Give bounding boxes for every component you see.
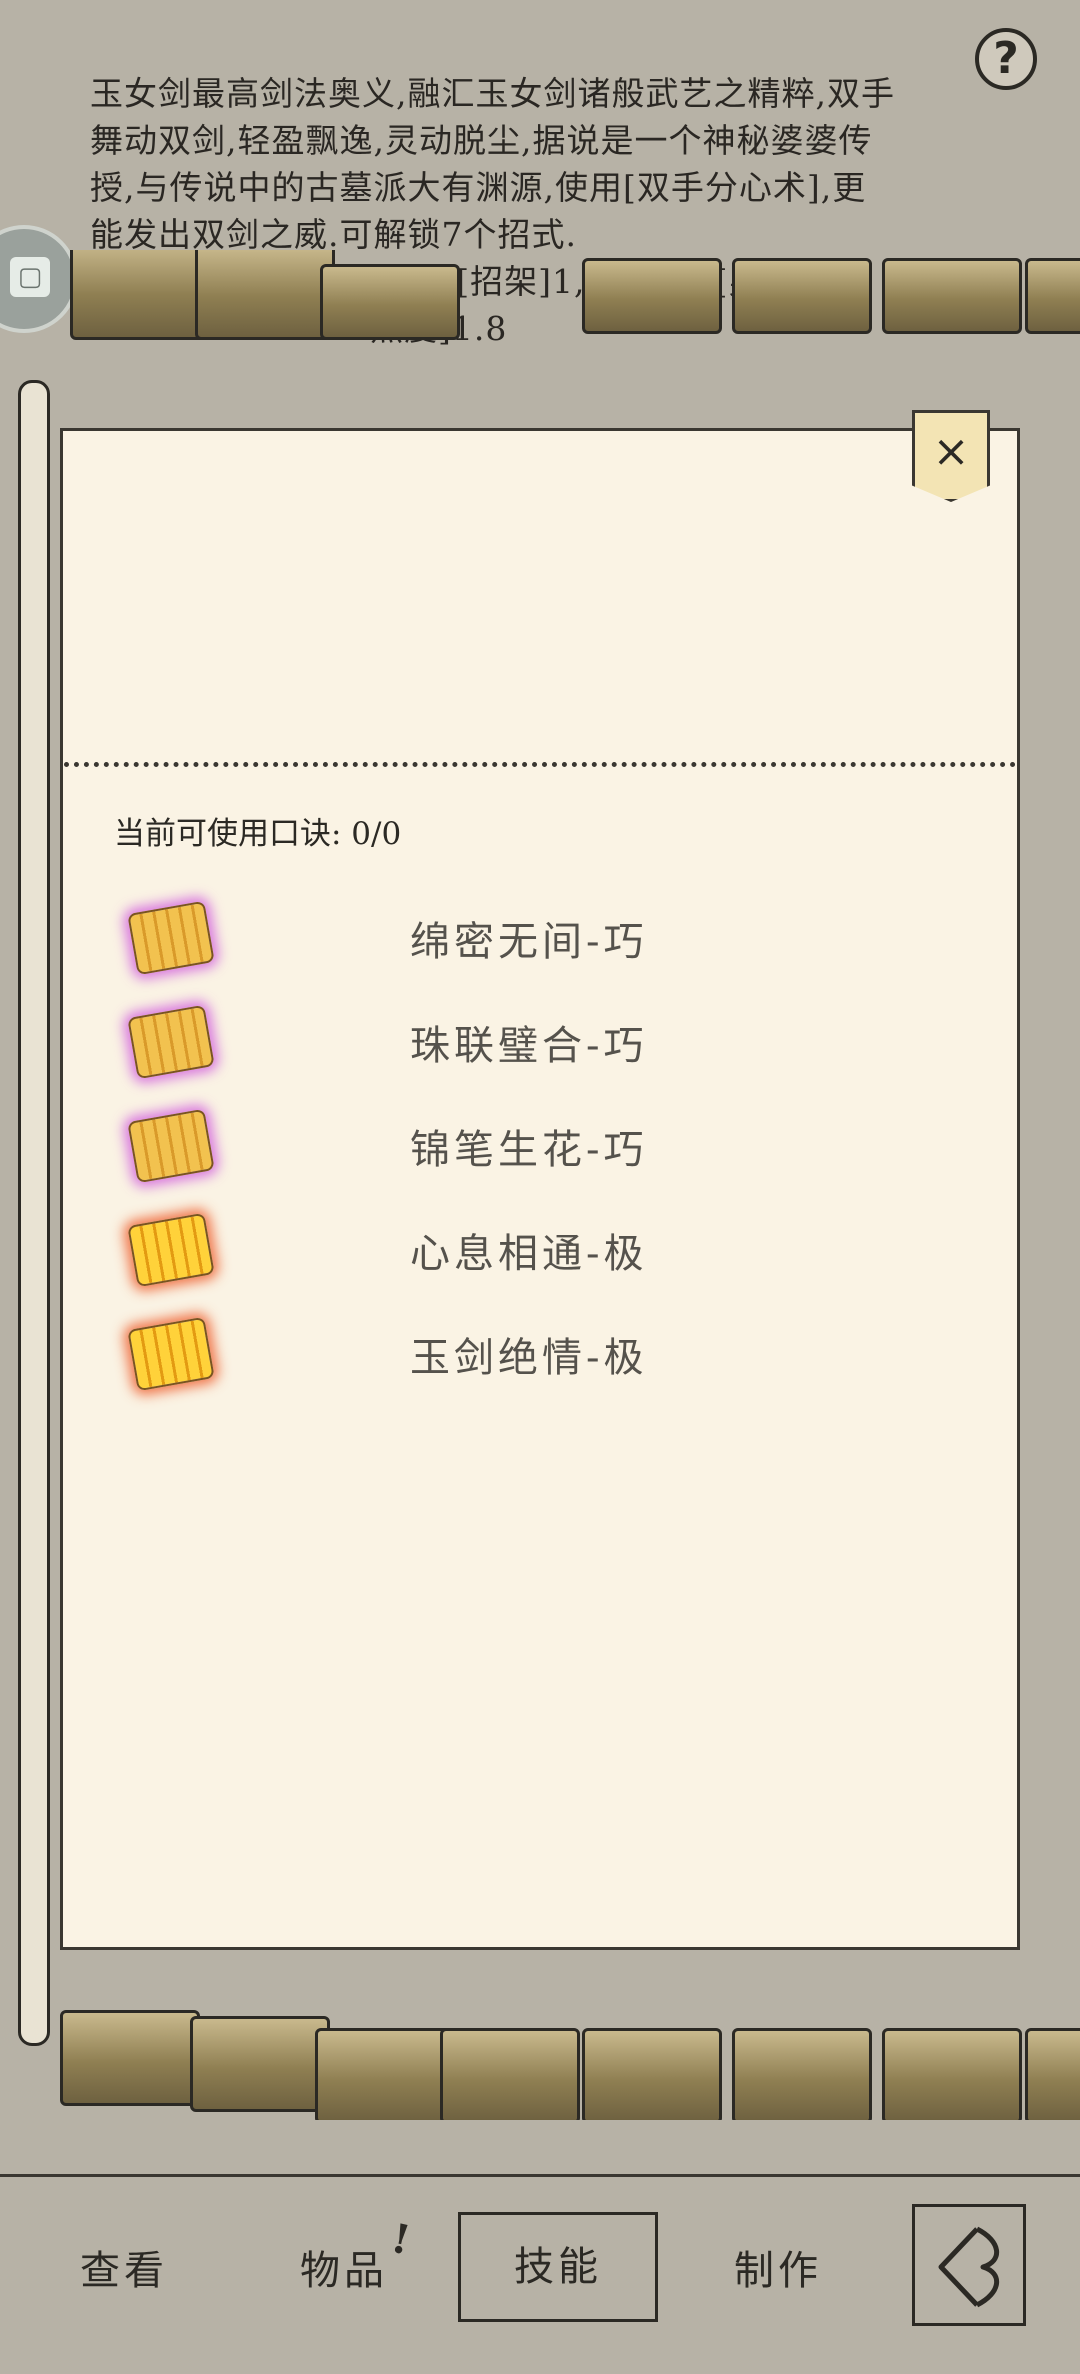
mantra-item[interactable]: 珠联璧合-巧 xyxy=(120,999,940,1103)
help-button[interactable]: ? xyxy=(975,28,1037,90)
scroll-icon xyxy=(127,900,215,976)
mantra-name: 锦笔生花-巧 xyxy=(410,1127,648,1173)
scroll-icon xyxy=(127,1108,215,1184)
scroll-bottom-rod xyxy=(0,2010,1080,2120)
back-arrow-icon xyxy=(938,2226,1000,2308)
dotted-divider xyxy=(64,762,1016,767)
close-icon: × xyxy=(932,426,970,477)
current-mantra-count: 当前可使用口诀: 0/0 xyxy=(114,816,402,852)
scroll-left-edge xyxy=(18,380,50,2046)
scroll-top-rod xyxy=(0,250,1080,340)
mantra-name: 珠联璧合-巧 xyxy=(410,1023,648,1069)
scroll-icon xyxy=(127,1004,215,1080)
help-icon: ? xyxy=(993,33,1019,84)
mantra-item[interactable]: 玉剑绝情-极 xyxy=(120,1311,940,1415)
description-line: 玉女剑最高剑法奥义,融汇玉女剑诸般武艺之精粹,双手 xyxy=(90,74,895,113)
nav-items[interactable]: 物品 xyxy=(300,2238,388,2296)
nav-craft[interactable]: 制作 xyxy=(734,2238,822,2296)
back-button[interactable] xyxy=(912,2204,1026,2326)
nav-view[interactable]: 查看 xyxy=(80,2238,168,2296)
mantra-list: 绵密无间-巧 珠联璧合-巧 锦笔生花-巧 心息相通-极 玉剑绝情-极 xyxy=(120,895,940,1415)
mantra-item[interactable]: 心息相通-极 xyxy=(120,1207,940,1311)
close-button[interactable]: × xyxy=(912,410,990,502)
mantra-item[interactable]: 绵密无间-巧 xyxy=(120,895,940,999)
nav-skills[interactable]: 技能 xyxy=(458,2212,658,2322)
bottom-nav: 查看 物品 ! 技能 制作 xyxy=(0,2130,1080,2374)
description-line: 授,与传说中的古墓派大有渊源,使用[双手分心术],更 xyxy=(90,168,867,207)
mantra-name: 绵密无间-巧 xyxy=(410,919,648,965)
mantra-name: 心息相通-极 xyxy=(410,1231,648,1277)
scroll-icon xyxy=(127,1316,215,1392)
description-line: 舞动双剑,轻盈飘逸,灵动脱尘,据说是一个神秘婆婆传 xyxy=(90,121,873,160)
mantra-item[interactable]: 锦笔生花-巧 xyxy=(120,1103,940,1207)
scroll-icon xyxy=(127,1212,215,1288)
mantra-name: 玉剑绝情-极 xyxy=(410,1335,648,1381)
items-alert-badge: ! xyxy=(387,2214,415,2265)
